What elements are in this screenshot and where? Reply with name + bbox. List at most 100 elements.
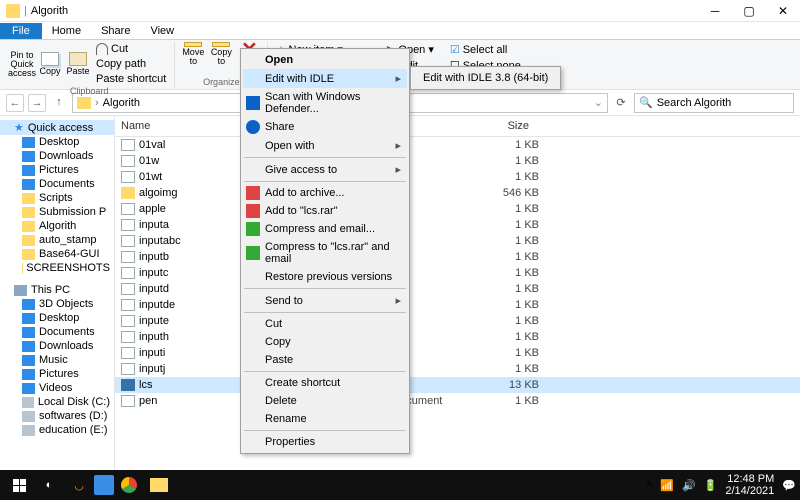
close-button[interactable]: ✕	[766, 0, 800, 22]
paste-button[interactable]: Paste	[66, 52, 90, 76]
chevron-down-icon[interactable]: ⌄	[594, 96, 603, 109]
ctx-properties[interactable]: Properties	[243, 433, 407, 451]
up-button[interactable]: ↑	[50, 94, 68, 112]
tray-volume-icon[interactable]: 🔊	[682, 479, 696, 492]
file-row[interactable]: apple1 KB	[115, 201, 800, 217]
tray-wifi-icon[interactable]: 📶	[660, 479, 674, 492]
tab-view[interactable]: View	[140, 23, 184, 39]
file-row[interactable]: algoimg546 KB	[115, 185, 800, 201]
ctx-open[interactable]: Open	[243, 51, 407, 69]
nav-item[interactable]: Base64-GUI	[0, 247, 114, 261]
nav-item[interactable]: Desktop	[0, 311, 114, 325]
ctx-edit-idle[interactable]: Edit with IDLE▸	[243, 69, 407, 88]
tray-clock[interactable]: 12:48 PM 2/14/2021	[725, 473, 774, 497]
taskbar-cortana[interactable]: ◐	[34, 472, 64, 498]
ctx-compresslcs[interactable]: Compress to "lcs.rar" and email	[243, 238, 407, 268]
search-input[interactable]: 🔍 Search Algorith	[634, 93, 794, 113]
ctx-delete[interactable]: Delete	[243, 392, 407, 410]
file-row[interactable]: 01w1 KB	[115, 153, 800, 169]
file-row[interactable]: inpute1 KB	[115, 313, 800, 329]
file-row[interactable]: 01val1 KB	[115, 137, 800, 153]
ctx-openwith[interactable]: Open with▸	[243, 136, 407, 155]
ctx-paste[interactable]: Paste	[243, 351, 407, 369]
file-row[interactable]: inputb1 KB	[115, 249, 800, 265]
nav-item[interactable]: Desktop	[0, 135, 114, 149]
copy-path-button[interactable]: Copy path	[94, 57, 168, 71]
nav-item[interactable]: Algorith	[0, 219, 114, 233]
taskbar-app-2[interactable]	[94, 475, 114, 495]
ctx-giveaccess[interactable]: Give access to▸	[243, 160, 407, 179]
nav-item[interactable]: 3D Objects	[0, 297, 114, 311]
nav-item[interactable]: auto_stamp	[0, 233, 114, 247]
file-row[interactable]: inputabc1 KB	[115, 233, 800, 249]
tab-file[interactable]: File	[0, 23, 42, 39]
ctx-addlcs[interactable]: Add to "lcs.rar"	[243, 202, 407, 220]
nav-item[interactable]: Music	[0, 353, 114, 367]
file-row[interactable]: lcs13 KB	[115, 377, 800, 393]
tray-battery-icon[interactable]: 🔋	[704, 479, 718, 492]
taskbar-app-1[interactable]: ◡	[64, 472, 94, 498]
nav-item[interactable]: SCREENSHOTS	[0, 261, 114, 275]
nav-item[interactable]: softwares (D:)	[0, 409, 114, 423]
back-button[interactable]: ←	[6, 94, 24, 112]
select-all-button[interactable]: ☑Select all	[448, 42, 523, 57]
file-row[interactable]: pen2/9/2021 1:26 AMText Document1 KB	[115, 393, 800, 409]
file-row[interactable]: inputh1 KB	[115, 329, 800, 345]
nav-item[interactable]: Submission P	[0, 205, 114, 219]
ctx-share[interactable]: Share	[243, 118, 407, 136]
nav-item[interactable]: Documents	[0, 177, 114, 191]
file-row[interactable]: inputc1 KB	[115, 265, 800, 281]
file-icon	[121, 315, 135, 327]
copy-button[interactable]: Copy	[38, 52, 62, 76]
file-row[interactable]: inputa1 KB	[115, 217, 800, 233]
desktop-icon	[22, 341, 35, 352]
refresh-button[interactable]: ⟳	[612, 96, 630, 109]
ctx-shortcut[interactable]: Create shortcut	[243, 374, 407, 392]
ctx-idle-38[interactable]: Edit with IDLE 3.8 (64-bit)	[413, 69, 558, 87]
tab-home[interactable]: Home	[42, 23, 91, 39]
forward-button[interactable]: →	[28, 94, 46, 112]
start-button[interactable]	[4, 472, 34, 498]
ctx-cut[interactable]: Cut	[243, 315, 407, 333]
nav-item[interactable]: education (E:)	[0, 423, 114, 437]
ctx-compressemail[interactable]: Compress and email...	[243, 220, 407, 238]
tab-share[interactable]: Share	[91, 23, 140, 39]
ctx-scan[interactable]: Scan with Windows Defender...	[243, 88, 407, 118]
nav-item[interactable]: This PC	[0, 283, 114, 297]
nav-label: education (E:)	[39, 424, 107, 436]
folder-icon	[6, 4, 20, 18]
maximize-button[interactable]: ▢	[732, 0, 766, 22]
nav-item[interactable]: Documents	[0, 325, 114, 339]
nav-item[interactable]: Pictures	[0, 163, 114, 177]
ctx-restore[interactable]: Restore previous versions	[243, 268, 407, 286]
nav-item[interactable]: Scripts	[0, 191, 114, 205]
col-name[interactable]: Name	[115, 118, 255, 134]
col-size[interactable]: Size	[465, 118, 535, 134]
nav-item[interactable]: Downloads	[0, 149, 114, 163]
chevron-right-icon: ▸	[395, 294, 401, 307]
taskbar-chrome[interactable]	[114, 472, 144, 498]
pin-quick-access-button[interactable]: Pin to Quick access	[10, 52, 34, 76]
taskbar-explorer[interactable]	[144, 472, 174, 498]
nav-item[interactable]: Videos	[0, 381, 114, 395]
file-row[interactable]: 01wt1 KB	[115, 169, 800, 185]
tray-notifications-icon[interactable]: 💬	[782, 479, 796, 492]
paste-shortcut-button[interactable]: Paste shortcut	[94, 72, 168, 86]
file-row[interactable]: inputi1 KB	[115, 345, 800, 361]
nav-item[interactable]: Pictures	[0, 367, 114, 381]
ctx-rename[interactable]: Rename	[243, 410, 407, 428]
minimize-button[interactable]: ─	[698, 0, 732, 22]
copy-to-button[interactable]: Copy to	[209, 42, 233, 66]
file-row[interactable]: inputd1 KB	[115, 281, 800, 297]
ctx-addarchive[interactable]: Add to archive...	[243, 184, 407, 202]
nav-item[interactable]: Downloads	[0, 339, 114, 353]
tray-chevron-icon[interactable]: ˄	[646, 479, 652, 491]
file-row[interactable]: inputj1 KB	[115, 361, 800, 377]
nav-item[interactable]: ★Quick access	[0, 120, 114, 135]
nav-item[interactable]: Local Disk (C:)	[0, 395, 114, 409]
ctx-copy[interactable]: Copy	[243, 333, 407, 351]
file-row[interactable]: inputde1 KB	[115, 297, 800, 313]
cut-button[interactable]: Cut	[94, 42, 168, 56]
move-to-button[interactable]: Move to	[181, 42, 205, 66]
ctx-sendto[interactable]: Send to▸	[243, 291, 407, 310]
